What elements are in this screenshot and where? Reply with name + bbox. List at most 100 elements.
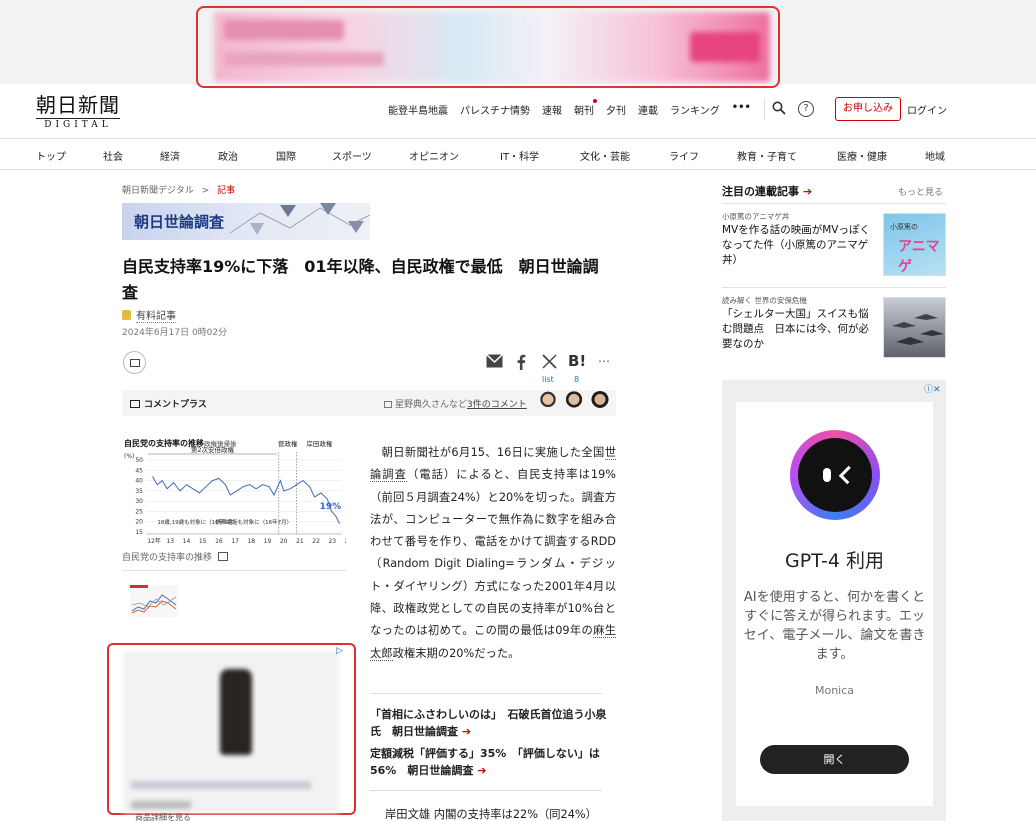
more-share-icon[interactable]: ⋯ [598, 354, 610, 368]
see-more-link[interactable]: もっと見る [898, 185, 943, 198]
body-segment: （電話）によると、自民支持率は19%（前回５月調査24%）と20%を切った。調査… [370, 468, 616, 638]
topnav-breaking[interactable]: 速報 [542, 102, 562, 117]
top-ad-banner[interactable] [214, 12, 770, 82]
series-article-image[interactable] [883, 297, 946, 358]
monica-brand: Monica [814, 684, 855, 697]
commenter-avatar[interactable] [563, 391, 585, 415]
ad-choices-icon[interactable]: ▷ [336, 646, 343, 656]
search-icon[interactable] [772, 101, 786, 115]
cat-top[interactable]: トップ [36, 148, 66, 163]
cat-economy[interactable]: 経済 [160, 148, 180, 163]
paid-article-label: 有料記事 [122, 307, 176, 323]
topnav-evening[interactable]: 夕刊 [606, 102, 626, 117]
article-body-continued: 岸田文雄 内閣の支持率は22%（同24%） [385, 808, 597, 821]
divider [722, 203, 946, 204]
related-article-link[interactable]: 定額減税「評価する」35% 「評価しない」は56% 朝日世論調査 ➔ [370, 745, 616, 779]
monica-open-button[interactable]: 開く [760, 745, 909, 774]
hatena-bookmark-icon[interactable]: B! [568, 352, 586, 370]
chart-x-tick: 20 [280, 538, 288, 545]
monica-logo-icon [790, 430, 880, 520]
divider [122, 570, 346, 571]
article-date: 2024年6月17日 0時02分 [122, 328, 228, 338]
commenter-avatar[interactable] [589, 391, 611, 415]
top-ad-cta[interactable] [690, 32, 760, 62]
topnav-morning[interactable]: 朝刊 [574, 99, 597, 117]
left-ad-banner[interactable] [123, 651, 339, 813]
mail-icon[interactable] [486, 354, 503, 368]
series-article-title[interactable]: 「シェルター大国」スイスも悩む問題点 日本には今、何が必要なのか [722, 307, 878, 352]
left-ad-highlight[interactable] [107, 643, 356, 815]
monica-logo-face [798, 438, 872, 512]
series-article-image[interactable]: 小原篤の アニマゲ [883, 213, 946, 276]
login-link[interactable]: ログイン [907, 102, 947, 117]
topnav-palestine[interactable]: パレスチナ情勢 [460, 102, 530, 117]
cat-education[interactable]: 教育・子育て [737, 148, 797, 163]
more-menu-icon[interactable]: ••• [732, 102, 751, 117]
site-logo[interactable]: 朝日新聞 DIGITAL [36, 94, 120, 130]
cat-society[interactable]: 社会 [103, 148, 123, 163]
cat-opinion[interactable]: オピニオン [409, 148, 459, 163]
chart-y-tick: 25 [135, 508, 143, 515]
share-list-link[interactable]: list [542, 375, 554, 384]
ad-info-close-icon[interactable]: ⓘ✕ [924, 382, 941, 395]
paid-article-text[interactable]: 有料記事 [136, 307, 176, 323]
chart-era-label: 岸田政権 [306, 439, 333, 448]
featured-series-title: 注目の連載記事 [722, 185, 799, 198]
cat-politics[interactable]: 政治 [218, 148, 238, 163]
facebook-icon[interactable] [516, 354, 526, 370]
comment-info: 星野典久さんなど3件のコメント [384, 397, 527, 410]
series-article-title[interactable]: MVを作る話の映画がMVっぽくなってた件（小原篤のアニマゲ丼） [722, 223, 878, 268]
ad-product-image [220, 669, 252, 755]
print-button[interactable] [123, 351, 146, 374]
related-article-link[interactable]: 「首相にふさわしいのは」 石破氏首位追う小泉氏 朝日世論調査 ➔ [370, 706, 616, 740]
breadcrumb-current: 記事 [217, 186, 236, 196]
series-category[interactable]: 小原篤のアニマゲ丼 [722, 211, 789, 222]
comment-count-link[interactable]: 3件のコメント [467, 400, 527, 410]
bookmark-count[interactable]: 8 [574, 375, 579, 384]
series-banner-title: 朝日世論調査 [134, 213, 225, 231]
divider [722, 287, 946, 288]
chart-era-label: 菅政権 [278, 439, 298, 448]
header-divider [764, 98, 765, 120]
series-category[interactable]: 読み解く 世界の安保危機 [722, 295, 807, 306]
ad-details-link[interactable]: 商品詳細を見る [135, 812, 191, 821]
comment-plus-bar[interactable]: コメントプラス 星野典久さんなど3件のコメント [122, 390, 616, 416]
chart-caption: 自民党の支持率の推移 [122, 550, 229, 563]
breadcrumb-home[interactable]: 朝日新聞デジタル [122, 186, 194, 196]
monica-wink [838, 465, 858, 485]
x-share-icon[interactable] [542, 354, 557, 369]
top-ad-highlight[interactable] [196, 6, 780, 88]
subscribe-button[interactable]: お申し込み [835, 97, 901, 121]
cat-life[interactable]: ライフ [669, 148, 699, 163]
top-ad-text [224, 52, 384, 66]
chart-y-tick: 15 [135, 529, 143, 536]
printer-icon [130, 359, 140, 367]
featured-series-heading[interactable]: 注目の連載記事 ➔ [722, 183, 812, 199]
cat-culture[interactable]: 文化・芸能 [580, 148, 630, 163]
chart-x-tick: 15 [199, 538, 207, 545]
topnav-series[interactable]: 連載 [638, 102, 658, 117]
cat-international[interactable]: 国際 [276, 148, 296, 163]
monica-ad-description: AIを使用すると、何かを書くとすぐに答えが得られます。エッセイ、電子メール、論文… [743, 590, 926, 662]
topnav-noto[interactable]: 能登半島地震 [388, 102, 448, 117]
body-segment: 政権末期の20%だった。 [392, 646, 520, 660]
body-segment: 朝日新聞社が6月15、16日に実施した全国 [370, 446, 605, 459]
chart-thumbnail[interactable] [130, 585, 178, 617]
comment-plus-label: コメントプラス [130, 397, 207, 410]
chart-end-label: 19% [320, 502, 342, 512]
chart-x-tick: 12年 [147, 537, 161, 545]
monica-ad-title: GPT-4 利用 [784, 550, 885, 572]
support-rate-chart[interactable]: 自民党の支持率の推移 政権復帰後(%)504540353025201512年 13 1… [122, 438, 346, 546]
chart-caption-text: 自民党の支持率の推移 [122, 553, 213, 563]
topnav-ranking[interactable]: ランキング [670, 102, 720, 117]
image-label-big: アニマゲ [898, 239, 940, 275]
help-icon[interactable]: ? [798, 101, 814, 117]
chart-y-tick: 50 [135, 457, 143, 464]
cat-region[interactable]: 地域 [925, 148, 945, 163]
cat-sports[interactable]: スポーツ [332, 148, 372, 163]
cat-it-science[interactable]: IT・科学 [500, 148, 539, 163]
commenter-avatar[interactable] [537, 391, 559, 415]
series-banner[interactable]: 朝日世論調査 [122, 203, 370, 240]
image-icon[interactable] [218, 552, 229, 561]
cat-health[interactable]: 医療・健康 [837, 148, 887, 163]
